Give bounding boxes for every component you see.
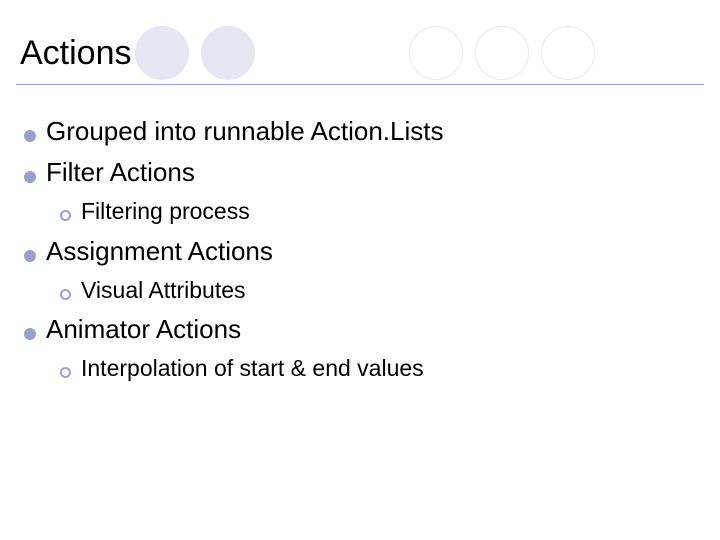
bullet-text: Filter Actions	[46, 153, 195, 192]
bullet-level2: Filtering process	[60, 194, 696, 230]
bullet-level1: Filter Actions	[24, 153, 696, 192]
decorative-circle	[135, 26, 189, 80]
bullet-hollow-icon	[60, 367, 71, 378]
bullet-text: Filtering process	[81, 194, 250, 230]
bullet-level2: Visual Attributes	[60, 273, 696, 309]
slide-title: Actions	[20, 34, 132, 73]
decorative-circle	[201, 26, 255, 80]
decorative-circle	[475, 26, 529, 80]
bullet-text: Assignment Actions	[46, 232, 273, 271]
bullet-text: Visual Attributes	[81, 273, 246, 309]
decorative-circle	[541, 26, 595, 80]
bullet-solid-icon	[24, 171, 36, 183]
bullet-solid-icon	[24, 130, 36, 142]
bullet-hollow-icon	[60, 289, 71, 300]
bullet-level1: Grouped into runnable Action.Lists	[24, 112, 696, 151]
bullet-text: Interpolation of start & end values	[81, 351, 424, 387]
bullet-hollow-icon	[60, 210, 71, 221]
bullet-text: Animator Actions	[46, 310, 241, 349]
slide-body: Grouped into runnable Action.ListsFilter…	[24, 110, 696, 389]
bullet-level1: Animator Actions	[24, 310, 696, 349]
bullet-solid-icon	[24, 250, 36, 262]
title-divider	[16, 84, 704, 85]
bullet-text: Grouped into runnable Action.Lists	[46, 112, 443, 151]
decorative-circle	[409, 26, 463, 80]
bullet-level1: Assignment Actions	[24, 232, 696, 271]
bullet-solid-icon	[24, 328, 36, 340]
bullet-level2: Interpolation of start & end values	[60, 351, 696, 387]
